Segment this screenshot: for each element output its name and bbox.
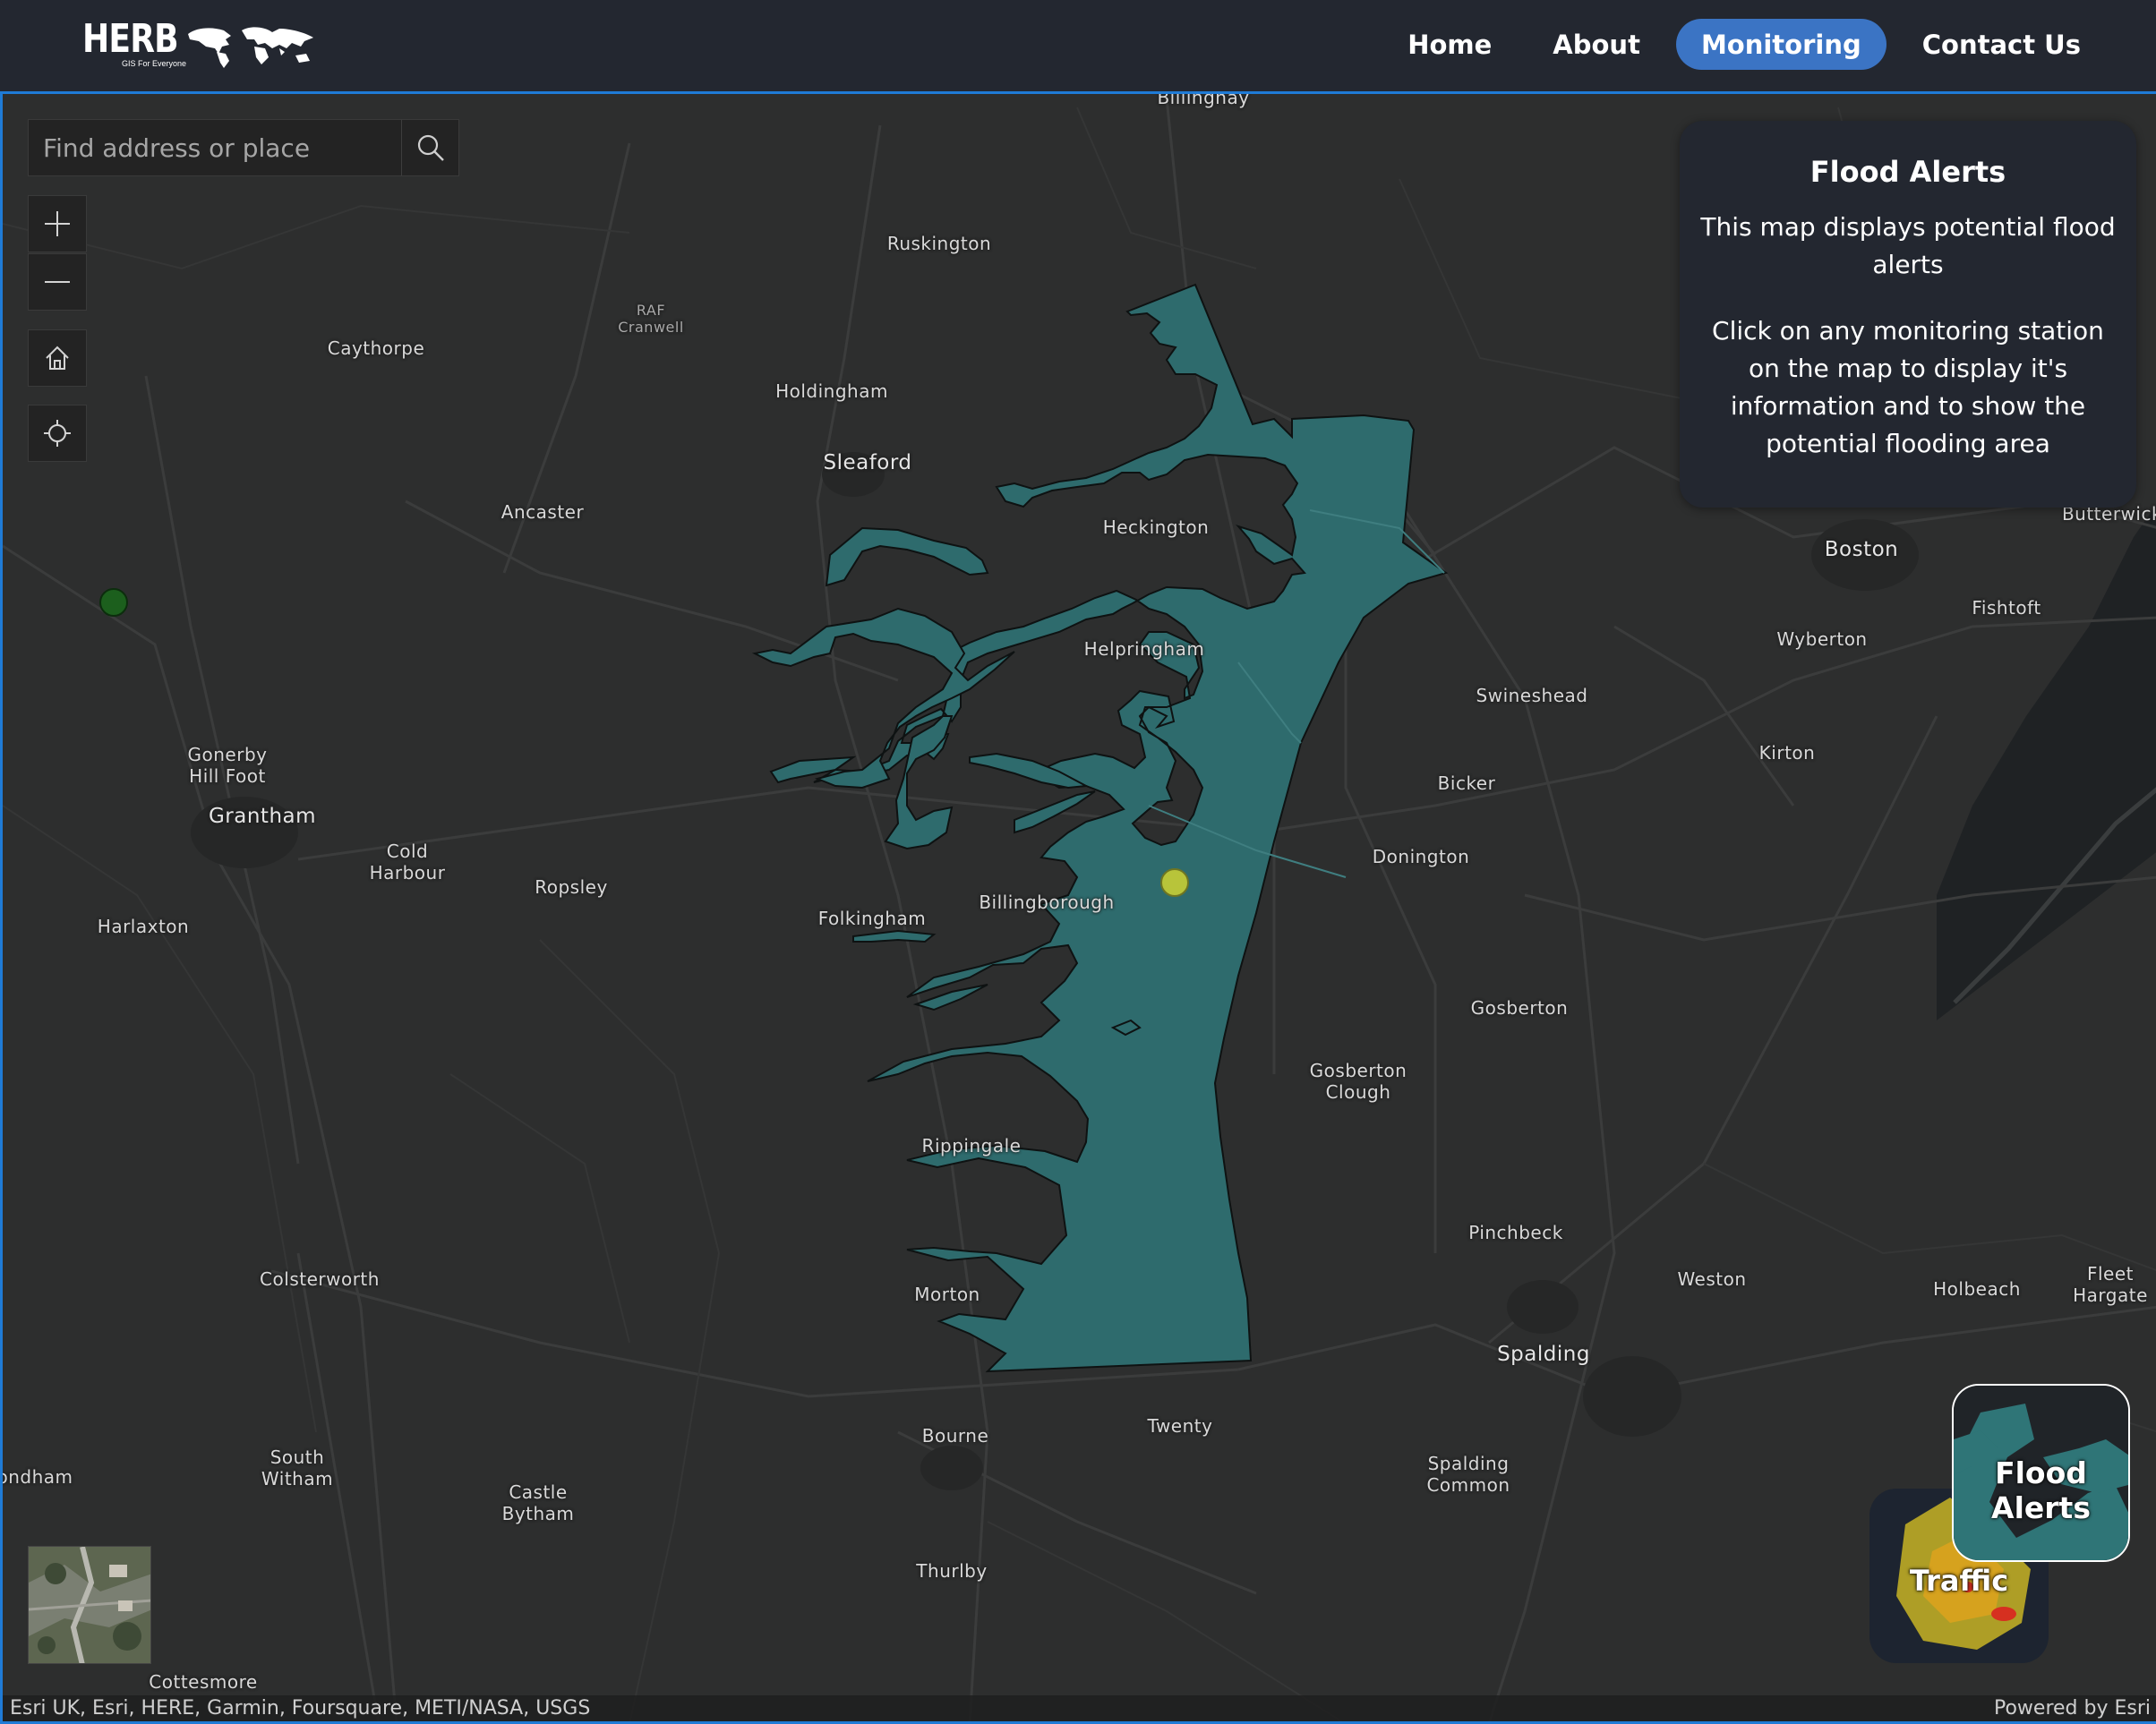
place-label: Holdingham <box>775 380 888 402</box>
info-panel-title: Flood Alerts <box>1810 155 2006 189</box>
place-label: Heckington <box>1102 516 1210 538</box>
place-label: Ropsley <box>535 876 608 898</box>
place-label: Helpringham <box>1083 638 1205 660</box>
locate-button[interactable] <box>28 405 87 462</box>
top-navigation-bar: HERB GIS For Everyone Home About Monitor… <box>0 0 2156 94</box>
place-label: ondham <box>0 1466 73 1488</box>
place-label: South Witham <box>261 1447 334 1489</box>
place-label: Fleet Hargate <box>2073 1263 2148 1306</box>
place-label: Gosberton <box>1470 997 1569 1019</box>
place-label: Kirton <box>1758 742 1816 764</box>
place-label: Gosberton Clough <box>1309 1060 1407 1103</box>
place-label: Gonerby Hill Foot <box>187 744 268 787</box>
place-label: Spalding <box>1497 1343 1590 1366</box>
layer-card-flood-alerts[interactable]: Flood Alerts <box>1952 1384 2130 1562</box>
logo-text: HERB <box>82 16 179 62</box>
place-label: Donington <box>1372 846 1470 867</box>
place-label: Pinchbeck <box>1468 1222 1563 1243</box>
flood-alerts-info-panel: Flood Alerts This map displays potential… <box>1680 121 2136 508</box>
nav-contact-us[interactable]: Contact Us <box>1897 19 2106 70</box>
home-button[interactable] <box>28 329 87 387</box>
powered-by-esri[interactable]: Powered by Esri <box>1994 1695 2151 1721</box>
search-widget <box>28 119 459 176</box>
nav-home[interactable]: Home <box>1382 19 1517 70</box>
place-label: Grantham <box>208 805 317 828</box>
place-label: Thurlby <box>916 1560 988 1582</box>
place-label: Boston <box>1824 538 1899 561</box>
place-label: Billingborough <box>979 892 1115 913</box>
search-input[interactable] <box>29 120 401 175</box>
zoom-out-icon <box>45 281 70 283</box>
nav-monitoring[interactable]: Monitoring <box>1675 19 1886 70</box>
basemap-toggle[interactable] <box>28 1546 151 1664</box>
place-label: Holbeach <box>1933 1278 2021 1300</box>
place-label: Twenty <box>1147 1415 1213 1437</box>
place-label: Bourne <box>921 1425 989 1447</box>
zoom-out-button[interactable] <box>28 253 87 311</box>
place-label: Fishtoft <box>1972 597 2041 619</box>
home-icon <box>46 346 69 370</box>
main-nav: Home About Monitoring Contact Us <box>1382 19 2106 70</box>
place-label: Sleaford <box>823 451 912 474</box>
layer-label-flood-alerts: Flood Alerts <box>1991 1455 2091 1525</box>
place-label: RAF Cranwell <box>618 302 684 336</box>
place-label: Wyberton <box>1776 628 1868 650</box>
search-icon <box>417 134 444 161</box>
layer-label-traffic: Traffic <box>1909 1564 2009 1598</box>
logo-tagline: GIS For Everyone <box>122 59 187 68</box>
place-label: Caythorpe <box>327 337 425 359</box>
place-label: Castle Bytham <box>501 1481 575 1524</box>
attribution-text: Esri UK, Esri, HERE, Garmin, Foursquare,… <box>10 1697 591 1720</box>
place-label: Cottesmore <box>149 1671 258 1693</box>
place-label: Weston <box>1677 1268 1747 1290</box>
nav-about[interactable]: About <box>1527 19 1665 70</box>
info-panel-instructions: Click on any monitoring station on the m… <box>1712 316 2104 458</box>
search-button[interactable] <box>401 120 458 175</box>
zoom-in-icon <box>45 211 70 236</box>
locate-icon <box>44 420 71 447</box>
place-label: Morton <box>914 1284 980 1305</box>
place-label: Harlaxton <box>97 916 190 937</box>
place-label: Billinghay <box>1157 94 1250 108</box>
world-map-icon <box>188 27 313 68</box>
zoom-in-button[interactable] <box>28 195 87 252</box>
place-label: Ancaster <box>500 501 585 523</box>
satellite-thumbnail-icon <box>29 1547 150 1663</box>
place-label: Folkingham <box>817 908 927 929</box>
station-green-marker <box>99 588 128 617</box>
place-label: Cold Harbour <box>369 841 446 883</box>
station-yellow-marker <box>1160 868 1189 897</box>
place-label: Spalding Common <box>1426 1453 1510 1496</box>
place-label: Rippingale <box>921 1135 1022 1156</box>
map-attribution: Esri UK, Esri, HERE, Garmin, Foursquare,… <box>3 1695 2156 1721</box>
place-label: Colsterworth <box>260 1268 380 1290</box>
place-label: Ruskington <box>886 233 992 254</box>
info-panel-description: This map displays potential flood alerts <box>1700 212 2116 279</box>
place-label: Swineshead <box>1476 685 1588 706</box>
map-view[interactable]: Billinghay Ruskington RAF Cranwell Cayth… <box>0 94 2156 1724</box>
place-label: Bicker <box>1437 772 1496 794</box>
